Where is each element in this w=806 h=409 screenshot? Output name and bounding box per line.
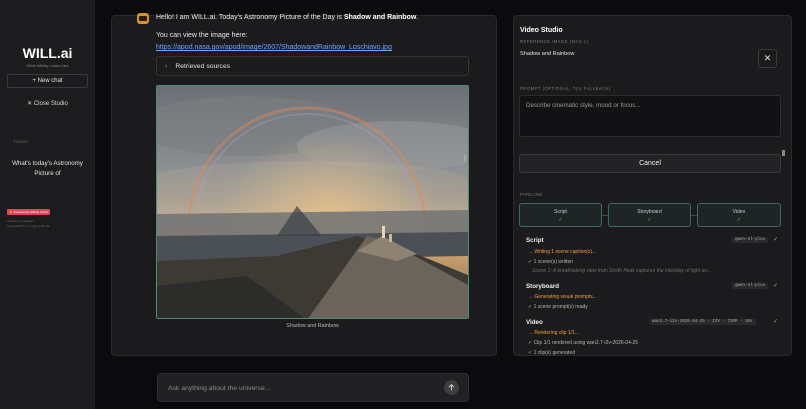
model-tag: wan2.7-i2v-2026-04-25 · I2V · 720P · 10s: [649, 319, 756, 325]
pipeline-step-name: Storyboard: [637, 209, 662, 215]
step-title-script: Script: [526, 237, 544, 244]
check-icon: ✓: [773, 319, 779, 325]
model-tag: qwen-vl-plus: [732, 283, 769, 289]
send-button[interactable]: [444, 380, 459, 395]
message-text: You can view the image here:: [156, 32, 248, 39]
reference-image-name: Shadow and Rainbow: [520, 51, 575, 57]
app-root: WILL.ai What Infinity Looks Like + New c…: [0, 0, 806, 409]
prompt-box: [519, 95, 781, 137]
history-item[interactable]: What's today's Astronomy Picture of: [10, 159, 85, 179]
check-icon: ✓: [558, 217, 563, 223]
chat-input-bar: [157, 373, 469, 402]
log-line: ✓ 1 scene(s) written: [528, 259, 574, 265]
landscape-image: [157, 86, 468, 318]
message-text: Hello! I am WILL.ai. Today's Astronomy P…: [156, 14, 344, 21]
step-title-video: Video: [526, 319, 543, 326]
pipeline-step-video: Video ✓: [697, 203, 781, 227]
close-studio-button[interactable]: ✕ Close Studio: [0, 100, 95, 107]
close-icon: ✕: [763, 53, 772, 63]
footer-text: Generated by A.I. Apex & Studio: [7, 224, 51, 228]
studio-scrollbar[interactable]: [782, 150, 785, 156]
log-line: ✓ 1 scene prompt(s) ready: [528, 304, 588, 310]
footer-text: Astronomy assistant: [7, 219, 35, 223]
image-caption: Shadow and Rainbow: [286, 323, 339, 329]
pipeline-step-name: Script: [554, 209, 567, 215]
apod-title: Shadow and Rainbow: [343, 14, 417, 21]
apod-image[interactable]: [156, 85, 469, 319]
reference-image-label: REFERENCE IMAGE (MAX 1): [520, 39, 589, 44]
bot-avatar-icon: [137, 13, 149, 24]
check-icon: ✓: [647, 217, 652, 223]
prompt-label: PROMPT (OPTIONAL, T2V FALLBACK): [520, 86, 611, 91]
pipeline-step-storyboard: Storyboard ✓: [608, 203, 691, 227]
brand-logo: WILL.ai: [22, 45, 73, 61]
cancel-button[interactable]: Cancel: [519, 154, 781, 173]
new-chat-button[interactable]: + New chat: [7, 74, 88, 88]
check-icon: ✓: [736, 217, 742, 223]
chevron-right-icon: ›: [165, 62, 168, 70]
retrieved-sources-toggle[interactable]: › Retrieved sources: [156, 56, 469, 76]
model-tag: qwen-vl-plus: [732, 237, 769, 243]
message-text: .: [416, 14, 419, 21]
check-icon: ✓: [773, 237, 779, 243]
check-icon: ✓: [773, 283, 779, 289]
step-title-storyboard: Storyboard: [526, 283, 560, 290]
chat-input[interactable]: [168, 382, 438, 394]
history-section-label: TODAY: [13, 139, 29, 144]
pipeline-step-script: Script ✓: [519, 203, 602, 227]
assistant-message: Hello! I am WILL.ai. Today's Astronomy P…: [156, 14, 418, 21]
arrow-up-icon: [448, 384, 455, 391]
log-line: → Generating visual prompts...: [528, 294, 597, 300]
prompt-input[interactable]: [526, 102, 776, 132]
log-line: → Rendering clip 1/1...: [528, 330, 579, 336]
log-line: ✓ 1 clip(s) generated: [528, 350, 575, 356]
chat-scrollbar[interactable]: [464, 155, 466, 161]
log-line: Scene 1: A breathtaking view from Smith …: [532, 268, 712, 274]
log-line: → Writing 1 scene caption(s)...: [528, 249, 597, 255]
powered-by-badge: ⚡ Powered by Affinite Cloud: [7, 209, 50, 215]
log-line: ✓ Clip 1/1 rendered using wan2.7-i2v-202…: [528, 340, 639, 346]
pipeline-step-name: Video: [732, 209, 746, 215]
image-link[interactable]: https://apod.nasa.gov/apod/image/2607/Sh…: [156, 44, 392, 51]
remove-reference-button[interactable]: ✕: [758, 49, 777, 68]
sources-label: Retrieved sources: [175, 62, 231, 70]
brand-tagline: What Infinity Looks Like: [26, 63, 69, 68]
studio-title: Video Studio: [520, 27, 563, 34]
sidebar: WILL.ai What Infinity Looks Like + New c…: [0, 0, 95, 409]
pipeline-label: PIPELINE: [520, 192, 543, 197]
